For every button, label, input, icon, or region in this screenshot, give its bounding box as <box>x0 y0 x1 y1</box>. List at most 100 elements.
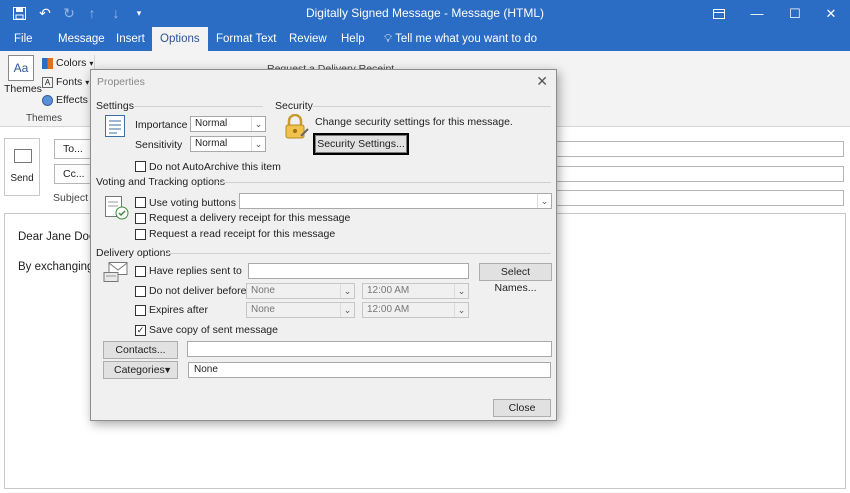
minimize-icon[interactable]: — <box>738 0 776 27</box>
expires-time-value: 12:00 AM <box>367 304 410 315</box>
save-copy-label: Save copy of sent message <box>149 324 278 336</box>
security-heading: Security <box>275 100 313 112</box>
chevron-down-icon: ▼ <box>163 365 172 375</box>
save-copy-checkbox[interactable]: ✓ <box>135 325 146 336</box>
voting-rule <box>217 182 551 183</box>
effects-icon <box>42 94 53 106</box>
themes-icon: Aa <box>8 55 34 81</box>
voting-heading: Voting and Tracking options <box>96 176 226 188</box>
categories-button[interactable]: Categories ▼ <box>103 361 178 379</box>
tab-review[interactable]: Review <box>281 27 335 51</box>
effects-label: Effects <box>56 94 88 106</box>
dialog-close-icon[interactable]: ✕ <box>536 73 548 90</box>
subject-label: Subject <box>53 192 89 204</box>
ribbon-display-icon[interactable] <box>700 0 738 27</box>
send-button[interactable]: Send <box>4 138 40 196</box>
use-voting-label: Use voting buttons <box>149 197 236 209</box>
do-not-deliver-date-select[interactable]: None ⌄ <box>246 283 355 299</box>
sensitivity-label: Sensitivity <box>135 139 183 151</box>
tab-insert[interactable]: Insert <box>108 27 153 51</box>
delivery-receipt-label: Request a delivery receipt for this mess… <box>149 212 351 224</box>
do-not-deliver-time-select[interactable]: 12:00 AM ⌄ <box>362 283 469 299</box>
security-description: Change security settings for this messag… <box>315 116 513 128</box>
sensitivity-value: Normal <box>195 138 228 149</box>
delivery-icon <box>103 260 129 287</box>
body-greeting: Dear Jane Doe, <box>18 231 99 243</box>
read-receipt-label: Request a read receipt for this message <box>149 228 336 240</box>
do-not-deliver-date-value: None <box>251 285 275 296</box>
tab-file[interactable]: File <box>6 27 41 51</box>
chevron-down-icon: ⌄ <box>340 303 354 317</box>
replies-checkbox[interactable] <box>135 266 146 277</box>
replies-label: Have replies sent to <box>149 265 242 277</box>
replies-input[interactable] <box>248 263 469 279</box>
fonts-label: Fonts <box>56 76 83 88</box>
voting-icon <box>105 194 129 223</box>
autoarchive-label: Do not AutoArchive this item <box>149 161 281 173</box>
tell-me-label: Tell me what you want to do <box>395 33 537 45</box>
tab-options[interactable]: Options <box>152 27 208 51</box>
cc-button[interactable]: Cc... <box>54 164 94 184</box>
contacts-button[interactable]: Contacts... <box>103 341 178 359</box>
properties-dialog: Properties ✕ Settings Importance Normal … <box>90 69 557 421</box>
chevron-down-icon: ⌄ <box>537 194 551 208</box>
do-not-deliver-checkbox[interactable] <box>135 286 146 297</box>
chevron-down-icon: ⌄ <box>251 117 265 131</box>
voting-options-select[interactable]: ⌄ <box>239 193 552 209</box>
ribbon-tabs: File Message Insert Options Format Text … <box>0 27 850 51</box>
delivery-heading: Delivery options <box>96 247 171 259</box>
send-icon <box>14 149 32 163</box>
lock-icon <box>283 113 309 143</box>
settings-list-icon <box>105 115 125 140</box>
tell-me-search[interactable]: 💡︎ Tell me what you want to do <box>376 27 545 51</box>
close-icon[interactable]: ✕ <box>812 0 850 27</box>
settings-heading: Settings <box>96 100 134 112</box>
fonts-button[interactable]: A Fonts ▾ <box>42 76 89 88</box>
effects-button[interactable]: Effects <box>42 94 88 106</box>
themes-label: Themes <box>4 83 42 95</box>
importance-select[interactable]: Normal ⌄ <box>190 116 266 132</box>
chevron-down-icon: ⌄ <box>454 303 468 317</box>
tab-format-text[interactable]: Format Text <box>208 27 285 51</box>
importance-label: Importance <box>135 119 188 131</box>
fonts-icon: A <box>42 76 53 88</box>
tab-help[interactable]: Help <box>333 27 373 51</box>
title-bar: ↶ ↻ ↑ ↓ ▾ Digitally Signed Message - Mes… <box>0 0 850 27</box>
delivery-receipt-checkbox[interactable] <box>135 213 146 224</box>
autoarchive-checkbox[interactable] <box>135 161 146 172</box>
expires-label: Expires after <box>149 304 208 316</box>
expires-time-select[interactable]: 12:00 AM ⌄ <box>362 302 469 318</box>
themes-button[interactable]: Aa Themes <box>4 55 42 95</box>
use-voting-checkbox[interactable] <box>135 197 146 208</box>
expires-checkbox[interactable] <box>135 305 146 316</box>
close-button[interactable]: Close <box>493 399 551 417</box>
read-receipt-checkbox[interactable] <box>135 229 146 240</box>
importance-value: Normal <box>195 118 228 129</box>
dialog-title: Properties <box>97 76 145 88</box>
colors-button[interactable]: Colors ▾ <box>42 57 93 69</box>
themes-group-label: Themes <box>25 113 63 124</box>
select-names-button[interactable]: Select Names... <box>479 263 552 294</box>
maximize-icon[interactable]: ☐ <box>776 0 814 27</box>
colors-icon <box>42 57 53 69</box>
lightbulb-icon: 💡︎ <box>384 33 393 45</box>
security-rule <box>313 106 551 107</box>
colors-label: Colors <box>56 57 87 69</box>
categories-label: Categories <box>114 364 165 376</box>
sensitivity-select[interactable]: Normal ⌄ <box>190 136 266 152</box>
chevron-down-icon: ⌄ <box>454 284 468 298</box>
security-settings-button[interactable]: Security Settings... <box>313 133 409 155</box>
expires-date-select[interactable]: None ⌄ <box>246 302 355 318</box>
expires-date-value: None <box>251 304 275 315</box>
to-button[interactable]: To... <box>54 139 94 159</box>
tab-message[interactable]: Message <box>50 27 113 51</box>
contacts-input[interactable] <box>187 341 552 357</box>
delivery-rule <box>167 253 551 254</box>
do-not-deliver-label: Do not deliver before <box>149 285 247 297</box>
send-label: Send <box>10 173 34 184</box>
chevron-down-icon: ⌄ <box>251 137 265 151</box>
do-not-deliver-time-value: 12:00 AM <box>367 285 410 296</box>
settings-rule <box>133 106 263 107</box>
chevron-down-icon: ⌄ <box>340 284 354 298</box>
categories-input[interactable]: None <box>188 362 551 378</box>
